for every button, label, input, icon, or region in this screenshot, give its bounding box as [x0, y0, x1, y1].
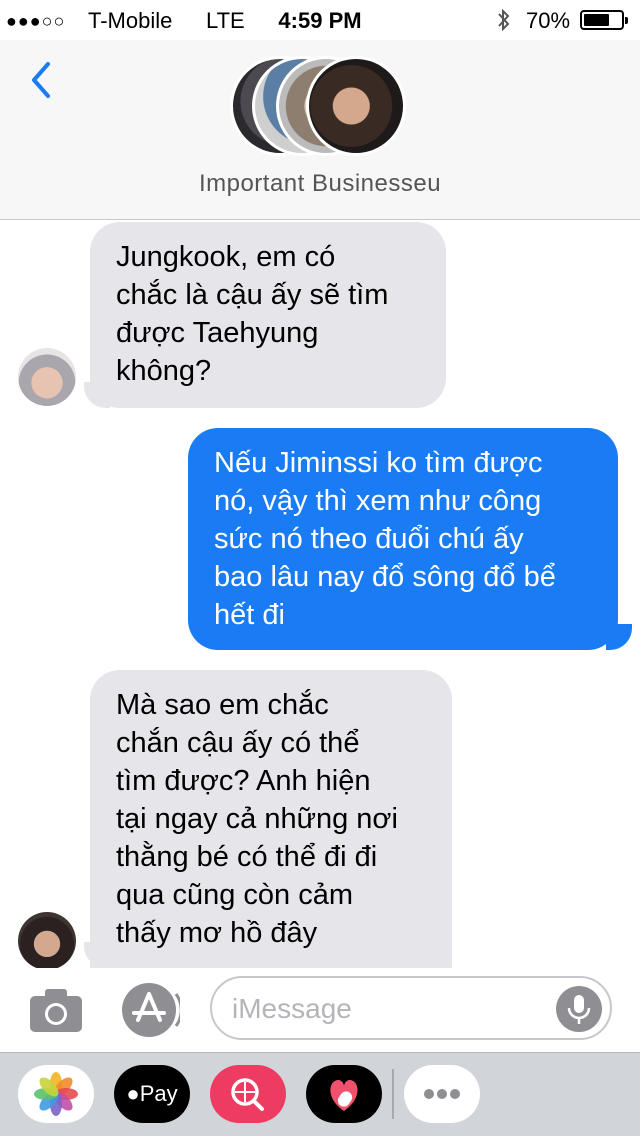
- more-icon[interactable]: [404, 1065, 480, 1123]
- status-bar: ●●●○○ T-Mobile LTE 4:59 PM 70%: [0, 0, 640, 40]
- battery-percentage: 70%: [526, 8, 571, 33]
- image-search-icon[interactable]: [210, 1065, 286, 1123]
- message-line: bao lâu nay đổ sông đổ bể: [214, 561, 556, 593]
- message-line: sức nó theo đuổi chú ấy: [214, 523, 524, 555]
- camera-icon[interactable]: [28, 986, 84, 1034]
- incoming-message[interactable]: Jungkook, em có chắc là cậu ấy sẽ tìm đư…: [90, 222, 446, 408]
- message-line: Jungkook, em có: [116, 241, 336, 273]
- message-line: nó, vậy thì xem như công: [214, 485, 542, 517]
- apple-pay-button[interactable]: ●Pay: [114, 1065, 190, 1123]
- app-store-icon[interactable]: [120, 980, 183, 1040]
- message-line: Nếu Jiminssi ko tìm được: [214, 447, 543, 479]
- bluetooth-icon: [496, 8, 512, 38]
- message-line: Mà sao em chắc: [116, 689, 329, 721]
- message-line: được Taehyung: [116, 317, 319, 349]
- battery-level: [584, 14, 609, 26]
- avatar: [306, 56, 406, 156]
- message-line: tại ngay cả những nơi: [116, 803, 398, 835]
- sender-avatar[interactable]: [18, 348, 76, 406]
- message-input[interactable]: [232, 990, 552, 1028]
- battery-icon: [580, 10, 628, 30]
- apple-icon: ●: [126, 1081, 140, 1106]
- outgoing-message[interactable]: Nếu Jiminssi ko tìm được nó, vậy thì xem…: [188, 428, 618, 650]
- photos-icon[interactable]: [18, 1065, 94, 1123]
- group-name[interactable]: Important Businesseu: [0, 170, 640, 198]
- message-line: chắc là cậu ấy sẽ tìm: [116, 279, 389, 311]
- message-line: qua cũng còn cảm: [116, 879, 353, 911]
- message-line: hết đi: [214, 599, 285, 631]
- message-line: chắn cậu ấy có thể: [116, 727, 360, 759]
- chevron-left-icon[interactable]: [24, 60, 64, 100]
- message-line: thấy mơ hồ đây: [116, 917, 318, 949]
- message-line: thằng bé có thể đi đi: [116, 841, 378, 873]
- microphone-icon[interactable]: [556, 986, 602, 1032]
- app-drawer: ●Pay: [0, 1052, 640, 1136]
- conversation-header: Important Businesseu: [0, 40, 640, 220]
- apple-pay-label: Pay: [139, 1081, 178, 1106]
- group-avatars[interactable]: [230, 56, 410, 160]
- digital-touch-icon[interactable]: [306, 1065, 382, 1123]
- message-line: tìm được? Anh hiện: [116, 765, 371, 797]
- compose-bar: [0, 968, 640, 1052]
- message-input-field[interactable]: [210, 976, 612, 1040]
- sender-avatar[interactable]: [18, 912, 76, 970]
- battery-nub: [625, 17, 628, 24]
- incoming-message[interactable]: Mà sao em chắc chắn cậu ấy có thể tìm đư…: [90, 670, 452, 968]
- message-line: không?: [116, 355, 212, 387]
- drawer-divider: [392, 1069, 394, 1119]
